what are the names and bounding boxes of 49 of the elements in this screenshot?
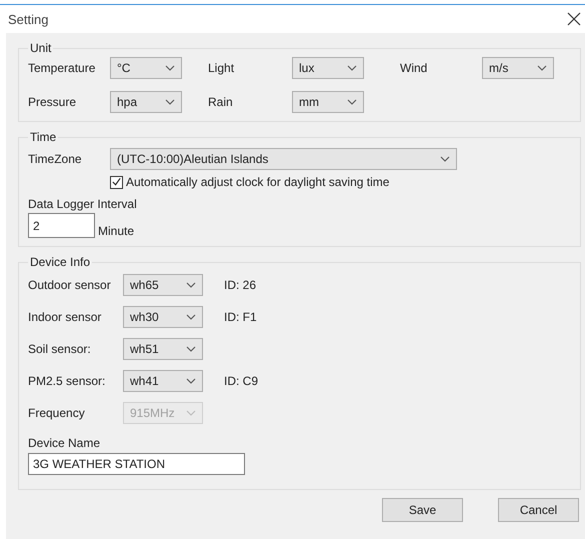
chevron-icon [537, 65, 547, 71]
dialog-button[interactable]: Cancel [498, 498, 579, 522]
field-label: Pressure [28, 95, 78, 109]
field-label: Light [208, 61, 236, 75]
sensor-id: ID: 26 [224, 278, 258, 292]
window-title: Setting [8, 12, 48, 26]
checkbox-label: Automatically adjust clock for daylight saving time [126, 175, 390, 189]
dropdown[interactable]: wh65 [123, 274, 203, 296]
field-label: Indoor sensor [28, 310, 102, 324]
chevron-icon [186, 378, 196, 384]
field-label: Frequency [28, 406, 86, 420]
chevron-icon [165, 65, 175, 71]
field-label: TimeZone [28, 152, 83, 166]
close-icon[interactable] [567, 12, 581, 26]
group-title: Unit [29, 41, 52, 55]
field-label: PM2.5 sensor: [28, 374, 106, 388]
unit-label: Minute [98, 224, 134, 238]
dialog-button[interactable]: Save [382, 498, 463, 522]
field-label: Wind [400, 61, 428, 75]
dropdown[interactable]: °C [110, 57, 182, 79]
field-label: Data Logger Interval [28, 197, 137, 211]
chevron-icon [440, 156, 450, 162]
field-label: Soil sensor: [28, 342, 92, 356]
chevron-icon [165, 99, 175, 105]
dropdown[interactable]: wh51 [123, 338, 203, 360]
sensor-id: ID: F1 [224, 310, 258, 324]
field-label: Outdoor sensor [28, 278, 112, 292]
group-title: Device Info [29, 255, 92, 269]
sensor-id: ID: C9 [224, 374, 260, 388]
field-label: Rain [208, 95, 234, 109]
chevron-icon [186, 346, 196, 352]
dropdown[interactable]: m/s [482, 57, 554, 79]
dropdown[interactable]: (UTC-10:00)Aleutian Islands [110, 148, 457, 170]
chevron-icon [186, 282, 196, 288]
dropdown[interactable]: mm [292, 91, 364, 113]
group-title: Time [29, 130, 58, 144]
input-field[interactable]: 3G WEATHER STATION [28, 453, 245, 475]
chevron-icon [186, 410, 196, 416]
field-label: Device Name [28, 436, 100, 450]
field-label: Temperature [28, 61, 96, 75]
chevron-icon [186, 314, 196, 320]
checkbox[interactable] [110, 176, 123, 188]
dropdown[interactable]: hpa [110, 91, 182, 113]
dropdown[interactable]: lux [292, 57, 364, 79]
input-field[interactable]: 2 [28, 213, 95, 238]
dropdown[interactable]: wh30 [123, 306, 203, 328]
chevron-icon [347, 99, 357, 105]
chevron-icon [347, 65, 357, 71]
dropdown[interactable]: wh41 [123, 370, 203, 392]
